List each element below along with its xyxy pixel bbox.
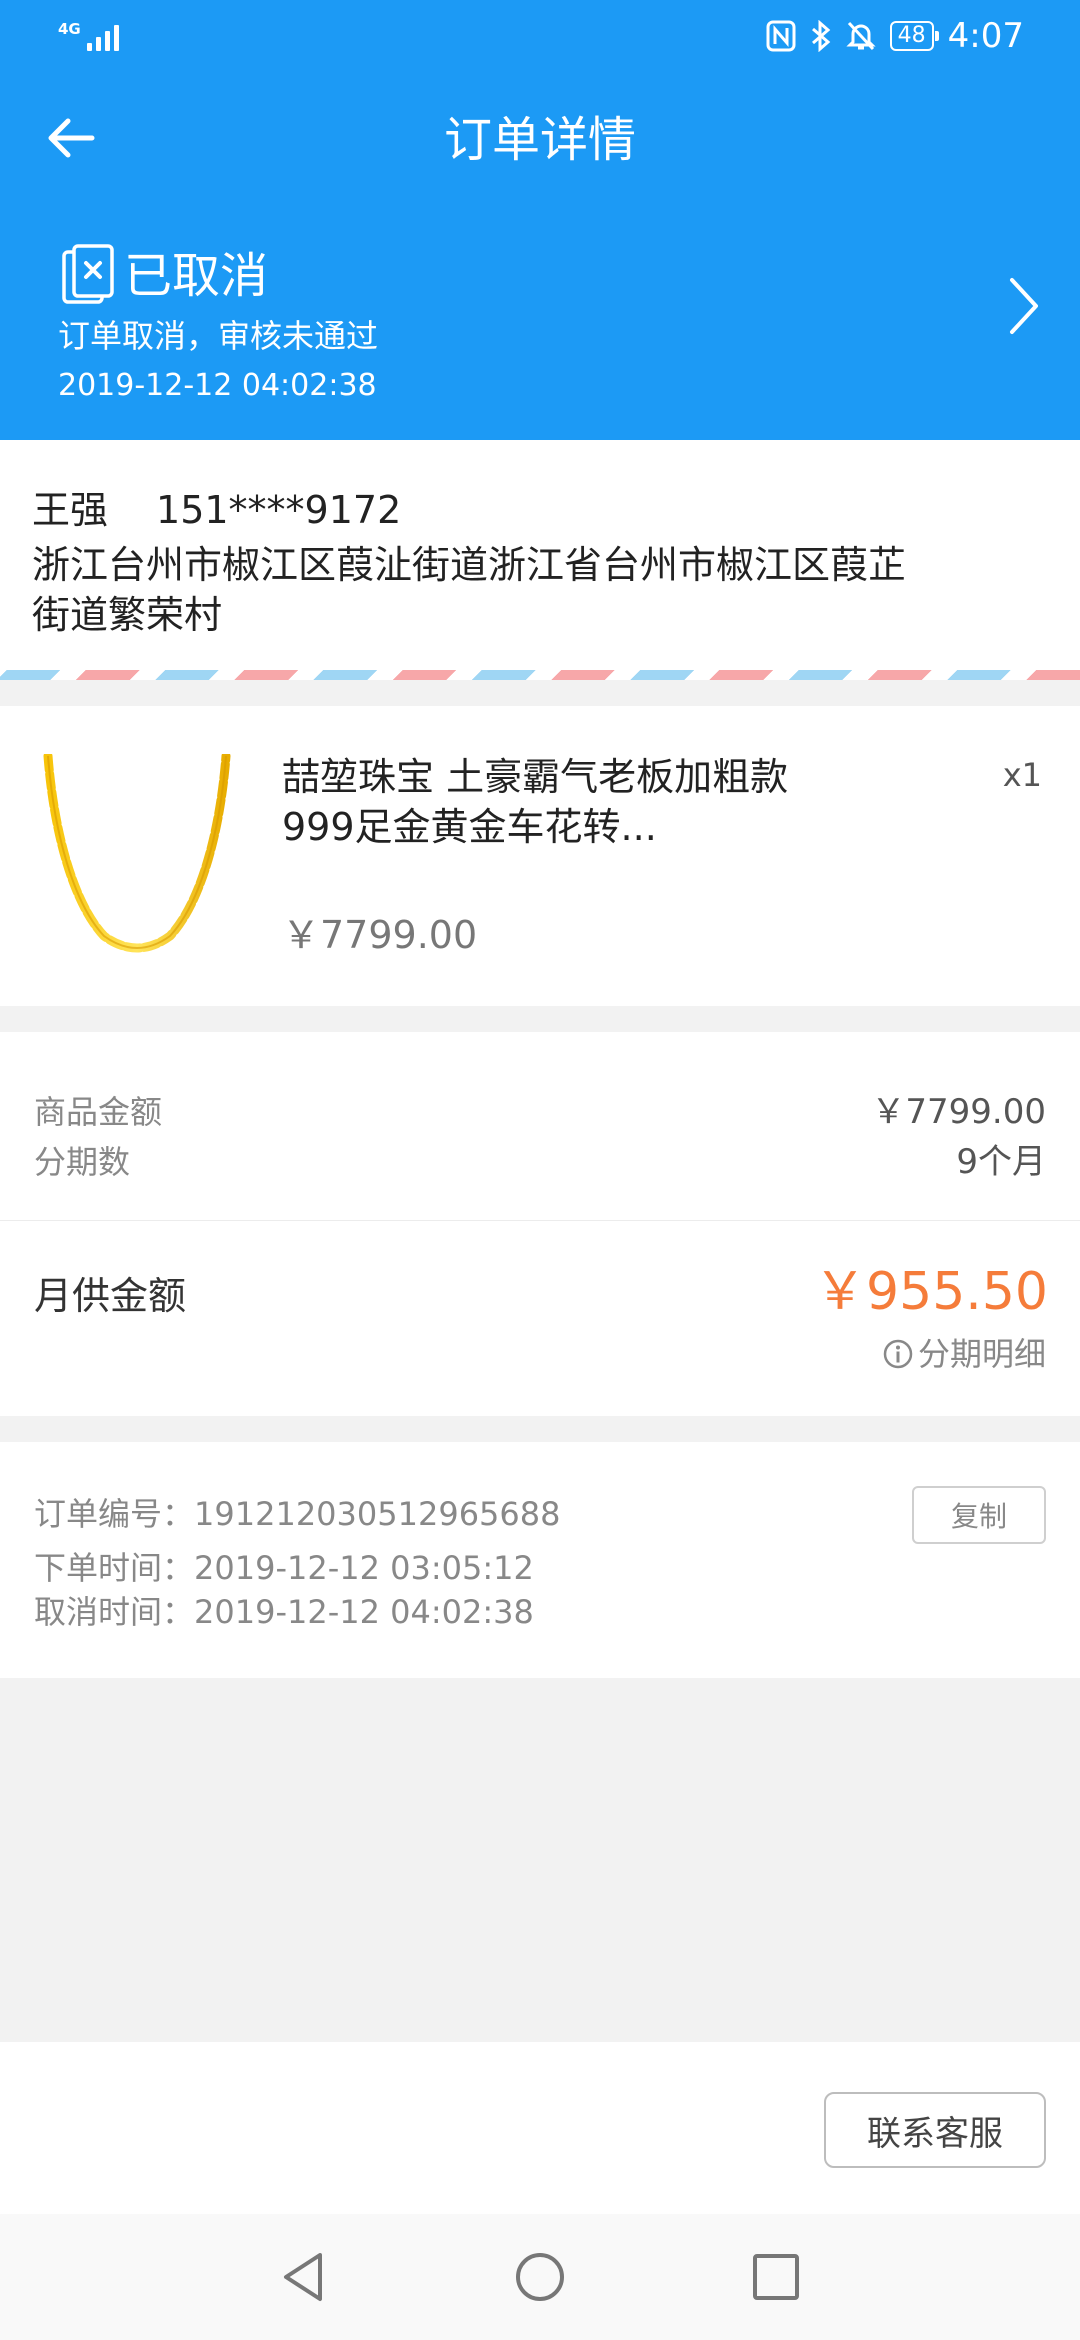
nav-back-icon[interactable]: [276, 2249, 332, 2305]
order-status-title: 已取消: [124, 248, 269, 304]
product-quantity: x1: [1002, 756, 1042, 794]
nfc-icon: [766, 20, 796, 52]
network-label: 4G: [58, 20, 81, 38]
recipient-address: 浙江台州市椒江区葭沚街道浙江省台州市椒江区葭芷街道繁荣村: [32, 543, 907, 637]
battery-icon: 48: [889, 21, 939, 51]
installments-label: 分期数: [34, 1143, 131, 1181]
order-created-label: 下单时间：: [34, 1549, 195, 1587]
installment-detail-link[interactable]: 分期明细: [882, 1332, 1046, 1376]
clock: 4:07: [947, 16, 1024, 56]
goods-amount-label: 商品金额: [34, 1093, 163, 1131]
recipient-phone: 151****9172: [156, 488, 402, 532]
app-header: 订单详情: [0, 72, 1080, 212]
product-name: 喆堃珠宝 土豪霸气老板加粗款999足金黄金车花转...: [282, 755, 789, 849]
system-navigation-bar: [0, 2214, 1080, 2340]
mute-icon: [846, 21, 876, 51]
order-cancelled-label: 取消时间：: [34, 1593, 195, 1631]
order-cancelled-value: 2019-12-12 04:02:38: [194, 1593, 534, 1631]
airmail-border: [0, 670, 1080, 680]
bluetooth-icon: [811, 20, 830, 52]
order-status-time: 2019-12-12 04:02:38: [58, 368, 377, 403]
info-icon: [883, 1339, 913, 1369]
order-number-value: 191212030512965688: [194, 1495, 561, 1533]
installment-detail-label: 分期明细: [917, 1335, 1046, 1373]
bottom-action-bar: 联系客服: [0, 2042, 1080, 2214]
contact-service-button[interactable]: 联系客服: [824, 2092, 1046, 2168]
order-info-card: 订单编号：191212030512965688 下单时间：2019-12-12 …: [0, 1442, 1080, 1678]
product-price: ￥7799.00: [282, 913, 478, 957]
order-status-banner[interactable]: 已取消 订单取消，审核未通过 2019-12-12 04:02:38: [0, 212, 1080, 440]
product-image: [43, 754, 231, 953]
amount-card: 商品金额 ￥7799.00 分期数 9个月 月供金额 ￥955.50 分期明细: [0, 1032, 1080, 1416]
order-status-reason: 订单取消，审核未通过: [58, 317, 379, 355]
signal-indicator: 4G: [58, 21, 119, 51]
order-number-label: 订单编号：: [34, 1495, 195, 1533]
recipient-name: 王强: [32, 488, 109, 532]
divider: [0, 1220, 1080, 1221]
copy-button[interactable]: 复制: [912, 1486, 1046, 1544]
installments-value: 9个月: [956, 1142, 1046, 1182]
product-card[interactable]: 喆堃珠宝 土豪霸气老板加粗款999足金黄金车花转... x1 ￥7799.00: [0, 706, 1080, 1006]
order-created-value: 2019-12-12 03:05:12: [194, 1549, 534, 1587]
nav-home-icon[interactable]: [512, 2249, 568, 2305]
monthly-payment-value: ￥955.50: [814, 1262, 1048, 1322]
address-card: 王强 151****9172 浙江台州市椒江区葭沚街道浙江省台州市椒江区葭芷街道繁…: [0, 440, 1080, 680]
chevron-right-icon[interactable]: [1002, 270, 1046, 342]
status-bar: 4G 48 4:07: [0, 0, 1080, 72]
signal-icon: [86, 21, 119, 51]
monthly-payment-label: 月供金额: [34, 1274, 187, 1318]
page-title: 订单详情: [443, 112, 636, 168]
cancel-document-icon: [62, 244, 114, 304]
goods-amount-value: ￥7799.00: [871, 1092, 1046, 1132]
nav-recents-icon[interactable]: [748, 2249, 804, 2305]
